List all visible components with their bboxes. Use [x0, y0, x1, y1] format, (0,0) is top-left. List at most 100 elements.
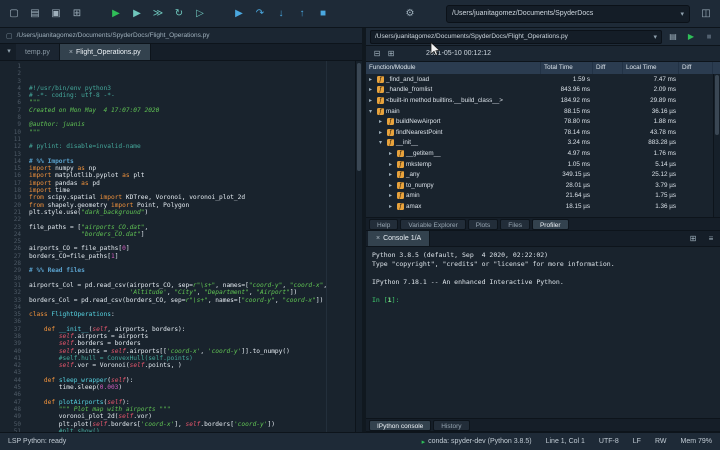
profile-stop-icon[interactable]: ■ — [702, 30, 716, 44]
new-file-icon[interactable]: ▢ — [6, 5, 22, 23]
profiler-row-find-and-load[interactable]: ▸ f _find_and_load 1.59 s 7.47 ms — [366, 74, 720, 85]
code-line: Created on Mon May 4 17:07:07 2020 — [29, 106, 160, 114]
column-header-diff[interactable]: Diff — [679, 62, 713, 74]
line-number: 24 — [13, 230, 21, 238]
column-header-diff[interactable]: Diff — [593, 62, 623, 74]
profiler-row-mkstemp[interactable]: ▸ f mkstemp 1.05 ms 5.14 µs — [366, 159, 720, 170]
run-cell-advance-icon[interactable]: ≫ — [150, 5, 166, 23]
collapse-icon[interactable]: ▾ — [379, 139, 385, 146]
working-directory-combo[interactable]: /Users/juanitagomez/Documents/SpyderDocs… — [446, 4, 690, 23]
column-header-local-time[interactable]: Local Time — [623, 62, 679, 74]
profiler-table[interactable]: ▸ f _find_and_load 1.59 s 7.47 ms ▸ f _handle_f… — [366, 74, 720, 217]
profiler-row-findnearestpoint[interactable]: ▸ f findNearestPoint 78.14 ms 43.78 ms — [366, 127, 720, 138]
expand-icon[interactable]: ▸ — [389, 171, 395, 178]
editor-tab-temp-py[interactable]: temp.py — [16, 44, 60, 60]
tab-variable-explorer[interactable]: Variable Explorer — [400, 218, 466, 230]
preferences-icon[interactable]: ⚙ — [402, 5, 418, 23]
expand-icon[interactable]: ▸ — [379, 129, 385, 136]
profiler-row-main[interactable]: ▾ f main 88.15 ms 36.16 µs — [366, 106, 720, 117]
rerun-cell-icon[interactable]: ↻ — [171, 5, 187, 23]
save-icon[interactable]: ▣ — [48, 5, 64, 23]
memory-status-label: Mem 79% — [680, 438, 712, 445]
expand-all-icon[interactable]: ⊞ — [384, 47, 398, 61]
expand-icon[interactable]: ▸ — [369, 76, 375, 83]
expand-icon[interactable]: ▸ — [369, 86, 375, 93]
expand-icon[interactable]: ▸ — [369, 97, 375, 104]
stop-icon[interactable]: ■ — [315, 5, 331, 23]
expand-icon[interactable]: ▸ — [389, 150, 395, 157]
console-output[interactable]: Python 3.8.5 (default, Sep 4 2020, 02:22… — [366, 247, 720, 418]
editor-tab-flight-operations-py[interactable]: × Flight_Operations.py — [59, 44, 151, 60]
toolbar-group: ▶ ↷ ↓ ↑ ■ — [231, 5, 336, 23]
collapse-icon[interactable]: ▾ — [369, 108, 375, 115]
profiler-row-init[interactable]: ▾ f __init__ 3.24 ms 883.28 µs — [366, 138, 720, 149]
tab-files[interactable]: Files — [500, 218, 530, 230]
line-number: 35 — [13, 311, 21, 319]
editor-scrollbar-thumb[interactable] — [357, 63, 361, 171]
line-number: 31 — [13, 281, 21, 289]
tab-history[interactable]: History — [433, 419, 470, 431]
line-number: 44 — [13, 376, 21, 384]
profiler-row-any[interactable]: ▸ f _any 349.15 µs 25.12 µs — [366, 169, 720, 180]
run-icon[interactable]: ▶ — [108, 5, 124, 23]
line-number: 19 — [13, 194, 21, 202]
collapse-all-icon[interactable]: ⊟ — [370, 47, 384, 61]
step-over-icon[interactable]: ↷ — [252, 5, 268, 23]
open-file-icon[interactable]: ▤ — [27, 5, 43, 23]
tab-plots[interactable]: Plots — [467, 218, 499, 230]
cursor-position: Line 1, Col 1 — [546, 438, 585, 445]
profiler-table-header[interactable]: Function/Module Total Time Diff Local Time D… — [366, 62, 720, 74]
profiler-scrollbar-thumb[interactable] — [715, 75, 719, 135]
chevron-down-icon[interactable]: ▾ — [680, 10, 684, 18]
tab-profiler[interactable]: Profiler — [531, 218, 569, 230]
close-icon[interactable]: × — [376, 235, 380, 242]
profiler-row-to-numpy[interactable]: ▸ f to_numpy 28.01 µs 3.79 µs — [366, 180, 720, 191]
expand-icon[interactable]: ▸ — [379, 118, 385, 125]
column-header-total-time[interactable]: Total Time — [541, 62, 593, 74]
expand-icon[interactable]: ▸ — [389, 182, 395, 189]
profiler-scrollbar[interactable] — [713, 74, 720, 217]
editor-file-path: /Users/juanitagomez/Documents/SpyderDocs… — [16, 32, 210, 39]
layout-icon[interactable]: ◫ — [698, 5, 714, 23]
profiler-row-getitem[interactable]: ▸ f __getitem__ 4.97 ms 1.76 ms — [366, 148, 720, 159]
tab-help[interactable]: Help — [369, 218, 399, 230]
profiler-row-amin[interactable]: ▸ f amin 21.64 µs 1.75 µs — [366, 191, 720, 202]
tab-ipython-console[interactable]: IPython console — [369, 419, 432, 431]
debug-icon[interactable]: ▶ — [231, 5, 247, 23]
run-selection-icon[interactable]: ▷ — [192, 5, 208, 23]
expand-icon[interactable]: ▸ — [389, 192, 395, 199]
profiler-row-buildnewairport[interactable]: ▸ f buildNewAirport 78.80 ms 1.88 ms — [366, 116, 720, 127]
profiler-row-handle-fromlist[interactable]: ▸ f _handle_fromlist 843.96 ms 2.09 ms — [366, 85, 720, 96]
run-cell-icon[interactable]: ▶ — [129, 5, 145, 23]
close-tab-icon[interactable]: × — [69, 49, 73, 56]
save-all-icon[interactable]: ⊞ — [69, 5, 85, 23]
code-line: self.points = self.airports[['coord-x', … — [58, 347, 290, 355]
profile-run-icon[interactable]: ▶ — [684, 30, 698, 44]
profiler-file-combo[interactable]: /Users/juanitagomez/Documents/SpyderDocs… — [370, 29, 662, 44]
expand-icon[interactable]: ▸ — [389, 161, 395, 168]
editor-scrollbar[interactable] — [355, 61, 362, 432]
browse-tabs-icon[interactable]: ▾ — [2, 44, 16, 60]
line-number: 42 — [13, 362, 21, 370]
function-icon: f — [397, 192, 404, 200]
function-name: mkstemp — [406, 160, 432, 168]
line-number: 2 — [17, 70, 21, 78]
select-file-icon[interactable]: ▤ — [666, 30, 680, 44]
editor-code[interactable]: #!/usr/bin/env python3 # -*- coding: utf-… — [26, 61, 355, 432]
new-console-icon[interactable]: ⊞ — [686, 232, 700, 246]
expand-icon[interactable]: ▸ — [389, 203, 395, 210]
profiler-row-built-in-method-builtins-build-class[interactable]: ▸ f <built-in method builtins.__build_clas… — [366, 95, 720, 106]
chevron-down-icon[interactable]: ▾ — [653, 33, 657, 41]
local-time-value: 7.47 ms — [653, 75, 676, 83]
line-number: 22 — [13, 216, 21, 224]
line-number: 23 — [13, 223, 21, 231]
console-tab[interactable]: × Console 1/A — [368, 231, 431, 246]
console-tabbar: × Console 1/A ⊞ ≡ — [366, 231, 720, 247]
options-menu-icon[interactable]: ≡ — [704, 232, 718, 246]
step-into-icon[interactable]: ↓ — [273, 5, 289, 23]
step-return-icon[interactable]: ↑ — [294, 5, 310, 23]
code-editor[interactable]: 1 2 3 4 5 6 7 8 9 10 11 12 13 14 15 16 17 18 19 20 21 22 23 24 2… — [0, 61, 362, 432]
profiler-row-amax[interactable]: ▸ f amax 18.15 µs 1.36 µs — [366, 201, 720, 212]
column-header-function-module[interactable]: Function/Module — [366, 62, 541, 74]
